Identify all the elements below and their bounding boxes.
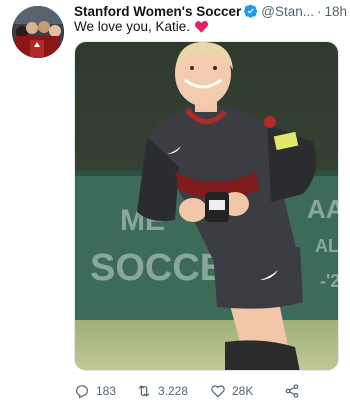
retweet-icon <box>138 385 150 397</box>
tweet-media-photo[interactable]: ME SOCCE AA ALLEG -'2 <box>74 41 339 371</box>
reply-icon <box>76 385 88 399</box>
share-icon <box>285 384 299 398</box>
timestamp[interactable]: 18h <box>324 4 347 19</box>
share-button[interactable] <box>284 383 314 399</box>
banner-text-socce: SOCCE <box>90 247 225 289</box>
banner-text-alleg: ALLEG <box>315 236 339 256</box>
avatar[interactable] <box>12 6 64 58</box>
separator-dot: · <box>316 3 322 19</box>
player-photo: ME SOCCE AA ALLEG -'2 <box>75 42 339 370</box>
tweet-text: We love you, Katie. <box>74 19 209 34</box>
tweet-text-content: We love you, Katie. <box>74 19 191 34</box>
like-count: 28K <box>232 384 254 398</box>
tweet-header: Stanford Women's Soccer @Stan... · 18h <box>74 2 347 20</box>
retweet-button[interactable]: 3.228 <box>136 383 210 399</box>
banner-text-aa: AA <box>307 194 339 224</box>
handle[interactable]: @Stan... <box>261 4 314 19</box>
team-photo-avatar <box>12 6 64 58</box>
red-heart-emoji <box>195 20 209 33</box>
tweet-card[interactable]: Stanford Women's Soccer @Stan... · 18h W… <box>0 0 350 405</box>
like-button[interactable]: 28K <box>210 383 284 399</box>
reply-count: 183 <box>96 384 117 398</box>
tweet-actions: 183 3.228 28K <box>74 381 344 401</box>
display-name[interactable]: Stanford Women's Soccer <box>74 4 241 19</box>
retweet-count: 3.228 <box>158 384 189 398</box>
reply-button[interactable]: 183 <box>74 383 136 399</box>
verified-badge-icon <box>244 4 258 18</box>
banner-text-num: -'2 <box>320 271 339 291</box>
like-icon <box>211 385 225 398</box>
